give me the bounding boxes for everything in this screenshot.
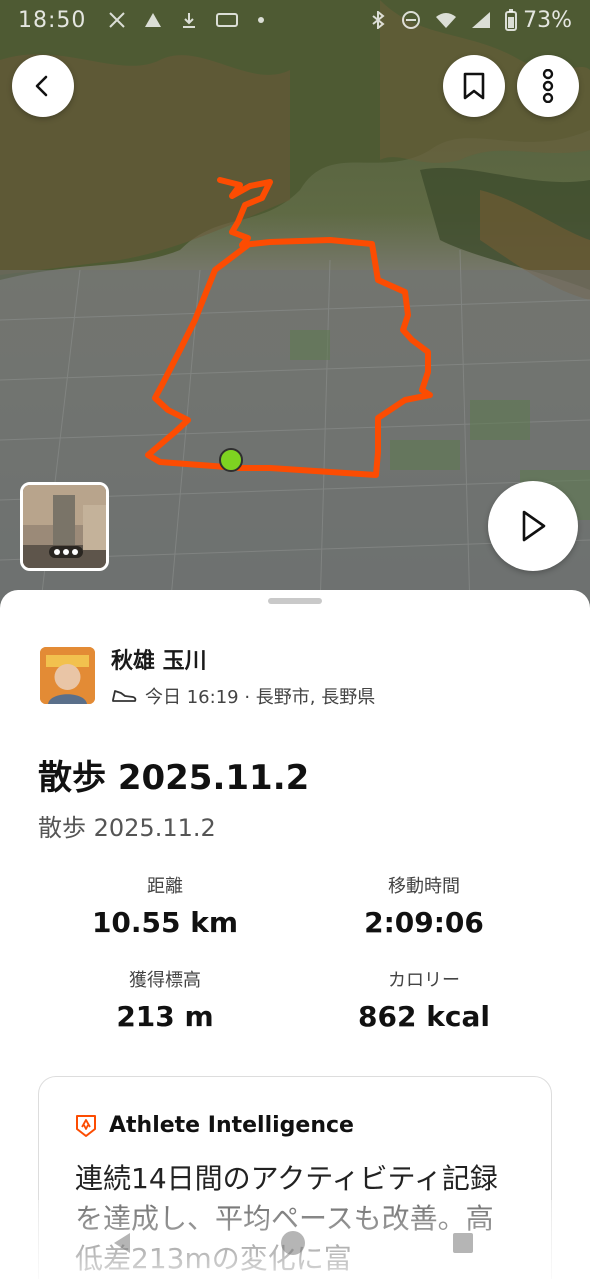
stat-label: 距離 <box>147 876 183 897</box>
more-photos-indicator <box>49 546 83 558</box>
chevron-left-icon <box>35 75 48 97</box>
bluetooth-icon <box>372 11 385 29</box>
nav-home-icon[interactable] <box>280 1230 306 1256</box>
sheet-drag-handle[interactable] <box>268 598 322 604</box>
activity-photo-thumbnail[interactable] <box>20 482 109 571</box>
ai-card-title: Athlete Intelligence <box>109 1113 354 1138</box>
stat-calories: カロリー 862 kcal <box>299 966 549 1033</box>
activity-details-sheet[interactable]: 秋雄 玉川 今日 16:19 · 長野市, 長野県 散歩 2025.11.2 散… <box>0 590 590 1279</box>
back-button[interactable] <box>12 55 74 117</box>
stat-elevation-gain: 獲得標高 213 m <box>40 966 290 1033</box>
stat-label: 獲得標高 <box>129 970 201 991</box>
activity-title: 散歩 2025.11.2 <box>38 758 310 798</box>
play-flyover-button[interactable] <box>488 481 578 571</box>
activity-meta: 今日 16:19 · 長野市, 長野県 <box>111 683 375 709</box>
bookmark-icon <box>463 72 485 100</box>
ai-card-header: Athlete Intelligence <box>75 1113 354 1138</box>
athlete-header[interactable]: 秋雄 玉川 今日 16:19 · 長野市, 長野県 <box>40 647 375 709</box>
stat-moving-time: 移動時間 2:09:06 <box>299 872 549 939</box>
stat-label: 移動時間 <box>388 876 460 897</box>
athlete-intelligence-icon <box>76 1114 96 1137</box>
stat-value: 862 kcal <box>358 1000 490 1033</box>
notification-icons <box>108 11 266 29</box>
stat-value: 10.55 km <box>91 906 239 939</box>
signal-icon <box>472 12 491 28</box>
route-map[interactable]: 18:50 73% <box>0 0 590 610</box>
stat-distance: 距離 10.55 km <box>40 872 290 939</box>
more-vertical-icon <box>542 69 554 103</box>
start-marker <box>219 448 243 472</box>
wifi-icon <box>436 13 457 28</box>
shoe-icon <box>112 690 137 702</box>
battery-indicator: 73% <box>505 8 572 33</box>
status-bar: 18:50 73% <box>0 0 590 40</box>
nav-recents-icon[interactable] <box>450 1230 476 1256</box>
stat-value: 2:09:06 <box>364 906 484 939</box>
play-icon <box>522 510 546 542</box>
athlete-name[interactable]: 秋雄 玉川 <box>111 647 375 677</box>
bookmark-button[interactable] <box>443 55 505 117</box>
do-not-disturb-icon <box>402 11 421 29</box>
status-time: 18:50 <box>18 7 87 33</box>
more-options-button[interactable] <box>517 55 579 117</box>
nav-back-icon[interactable] <box>110 1230 136 1256</box>
activity-date-location: 今日 16:19 · 長野市, 長野県 <box>145 687 376 708</box>
battery-icon <box>505 9 518 31</box>
nfc-icon <box>216 13 239 27</box>
activity-description: 散歩 2025.11.2 <box>38 814 216 842</box>
x-app-icon <box>109 12 126 28</box>
stat-label: カロリー <box>388 970 460 991</box>
avatar[interactable] <box>40 647 95 704</box>
stat-value: 213 m <box>116 1000 214 1033</box>
dot-icon <box>258 17 265 23</box>
battery-percent: 73% <box>523 7 572 33</box>
warning-icon <box>145 13 162 27</box>
download-icon <box>183 13 196 28</box>
avatar-image <box>40 647 95 704</box>
